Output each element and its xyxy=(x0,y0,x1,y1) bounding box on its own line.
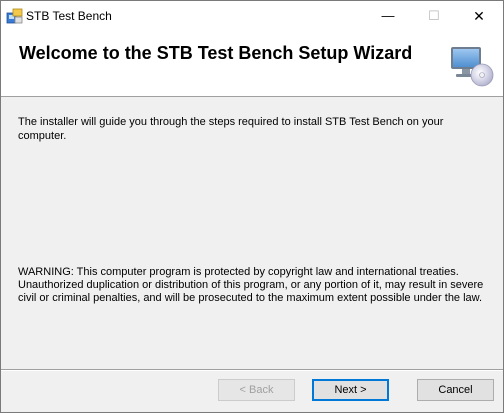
window-title: STB Test Bench xyxy=(26,9,112,23)
wizard-header: Welcome to the STB Test Bench Setup Wiza… xyxy=(1,31,503,97)
wizard-description: The installer will guide you through the… xyxy=(18,116,444,142)
minimize-button[interactable]: — xyxy=(366,1,410,31)
close-button[interactable]: ✕ xyxy=(457,1,501,31)
setup-wizard-window: STB Test Bench — ☐ ✕ Welcome to the STB … xyxy=(0,0,504,413)
back-button[interactable]: < Back xyxy=(218,379,295,401)
computer-cd-icon xyxy=(451,47,494,87)
button-bar-divider-highlight xyxy=(1,370,503,371)
title-bar[interactable]: STB Test Bench — ☐ ✕ xyxy=(1,1,503,31)
maximize-button[interactable]: ☐ xyxy=(412,1,456,31)
installer-app-icon xyxy=(6,8,23,24)
next-button[interactable]: Next > xyxy=(312,379,389,401)
copyright-warning: WARNING: This computer program is protec… xyxy=(18,266,484,304)
wizard-title: Welcome to the STB Test Bench Setup Wiza… xyxy=(19,43,413,63)
cancel-button[interactable]: Cancel xyxy=(417,379,494,401)
